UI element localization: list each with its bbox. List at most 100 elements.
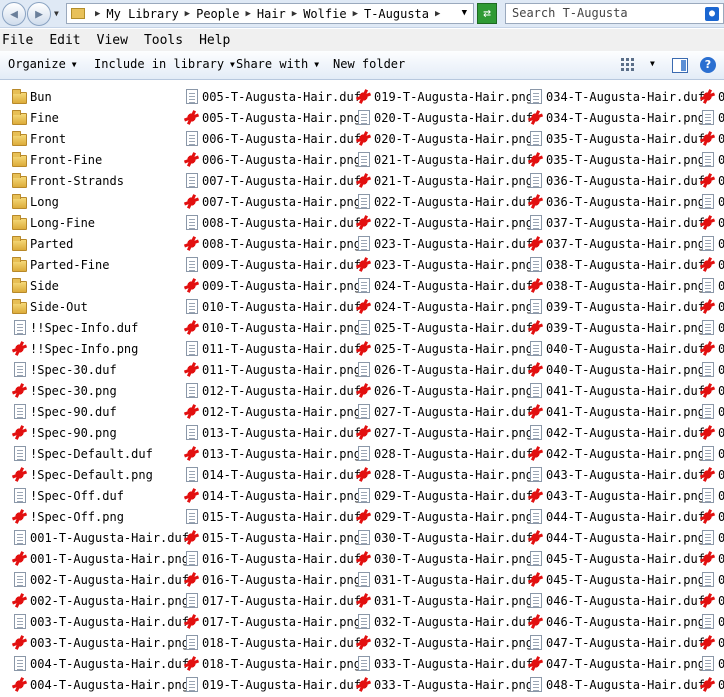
file-item[interactable]: 017-T-Augusta-Hair.png [184, 611, 361, 632]
file-item[interactable]: Front-Fine [12, 149, 102, 170]
file-item[interactable]: 032-T-Augusta-Hair.duf [356, 611, 533, 632]
file-item[interactable]: 043-T-Augusta-Hair.png [528, 485, 705, 506]
help-icon[interactable]: ? [700, 57, 716, 73]
organize-button[interactable]: Organize ▼ [8, 57, 77, 71]
file-item[interactable]: 008-T-Augusta-Hair.png [184, 233, 361, 254]
preview-pane-icon[interactable] [672, 58, 688, 73]
file-item[interactable]: 029-T-Augusta-Hair.png [356, 506, 533, 527]
file-item[interactable]: 003-T-Augusta-Hair.duf [12, 611, 189, 632]
file-item[interactable]: 015-T-Augusta-Hair.duf [184, 506, 361, 527]
file-item[interactable]: 0 [700, 338, 724, 359]
file-item[interactable]: 040-T-Augusta-Hair.png [528, 359, 705, 380]
file-item[interactable]: 024-T-Augusta-Hair.duf [356, 275, 533, 296]
file-item[interactable]: Side [12, 275, 59, 296]
file-item[interactable]: 0 [700, 653, 724, 674]
file-item[interactable]: 007-T-Augusta-Hair.duf [184, 170, 361, 191]
menu-file[interactable]: File [2, 33, 33, 48]
file-item[interactable]: Long [12, 191, 59, 212]
file-item[interactable]: 027-T-Augusta-Hair.png [356, 422, 533, 443]
file-item[interactable]: 040-T-Augusta-Hair.duf [528, 338, 705, 359]
file-item[interactable]: 001-T-Augusta-Hair.duf [12, 527, 189, 548]
file-item[interactable]: 008-T-Augusta-Hair.duf [184, 212, 361, 233]
file-item[interactable]: !Spec-90.duf [12, 401, 117, 422]
file-item[interactable]: !Spec-Default.duf [12, 443, 153, 464]
share-with-button[interactable]: Share with ▼ [236, 57, 319, 71]
file-item[interactable]: 023-T-Augusta-Hair.png [356, 254, 533, 275]
file-item[interactable]: 013-T-Augusta-Hair.png [184, 443, 361, 464]
file-item[interactable]: 0 [700, 128, 724, 149]
file-item[interactable]: 024-T-Augusta-Hair.png [356, 296, 533, 317]
file-item[interactable]: 023-T-Augusta-Hair.duf [356, 233, 533, 254]
file-item[interactable]: 034-T-Augusta-Hair.png [528, 107, 705, 128]
file-item[interactable]: 014-T-Augusta-Hair.png [184, 485, 361, 506]
file-item[interactable]: 038-T-Augusta-Hair.png [528, 275, 705, 296]
file-item[interactable]: !Spec-30.png [12, 380, 117, 401]
file-item[interactable]: 028-T-Augusta-Hair.png [356, 464, 533, 485]
file-item[interactable]: 014-T-Augusta-Hair.duf [184, 464, 361, 485]
file-item[interactable]: 0 [700, 275, 724, 296]
file-item[interactable]: 0 [700, 149, 724, 170]
breadcrumb-hair[interactable]: Hair [257, 7, 286, 21]
file-item[interactable]: !!Spec-Info.png [12, 338, 138, 359]
file-item[interactable]: !Spec-30.duf [12, 359, 117, 380]
file-item[interactable]: 043-T-Augusta-Hair.duf [528, 464, 705, 485]
file-item[interactable]: 033-T-Augusta-Hair.png [356, 674, 533, 695]
forward-button[interactable]: ▶ [27, 2, 51, 26]
file-item[interactable]: 017-T-Augusta-Hair.duf [184, 590, 361, 611]
breadcrumb-people[interactable]: People [196, 7, 239, 21]
new-folder-button[interactable]: New folder [333, 57, 405, 71]
file-item[interactable]: Side-Out [12, 296, 88, 317]
file-item[interactable]: 011-T-Augusta-Hair.duf [184, 338, 361, 359]
file-item[interactable]: 044-T-Augusta-Hair.png [528, 527, 705, 548]
file-item[interactable]: 016-T-Augusta-Hair.png [184, 569, 361, 590]
file-item[interactable]: Front [12, 128, 66, 149]
file-item[interactable]: 0 [700, 506, 724, 527]
file-item[interactable]: 027-T-Augusta-Hair.duf [356, 401, 533, 422]
file-item[interactable]: 015-T-Augusta-Hair.png [184, 527, 361, 548]
file-item[interactable]: 046-T-Augusta-Hair.duf [528, 590, 705, 611]
file-item[interactable]: 004-T-Augusta-Hair.png [12, 674, 189, 695]
address-dropdown-icon[interactable]: ▼ [462, 8, 467, 18]
file-item[interactable]: 037-T-Augusta-Hair.duf [528, 212, 705, 233]
file-item[interactable]: 035-T-Augusta-Hair.duf [528, 128, 705, 149]
breadcrumb-wolfie[interactable]: Wolfie [303, 7, 346, 21]
file-item[interactable]: 0 [700, 86, 724, 107]
file-item[interactable]: 038-T-Augusta-Hair.duf [528, 254, 705, 275]
chevron-right-icon[interactable]: ▶ [245, 9, 250, 19]
file-item[interactable]: 028-T-Augusta-Hair.duf [356, 443, 533, 464]
file-item[interactable]: !Spec-90.png [12, 422, 117, 443]
file-item[interactable]: 030-T-Augusta-Hair.duf [356, 527, 533, 548]
file-item[interactable]: 039-T-Augusta-Hair.duf [528, 296, 705, 317]
file-item[interactable]: 031-T-Augusta-Hair.duf [356, 569, 533, 590]
file-item[interactable]: 009-T-Augusta-Hair.duf [184, 254, 361, 275]
file-item[interactable]: 029-T-Augusta-Hair.duf [356, 485, 533, 506]
file-item[interactable]: 0 [700, 401, 724, 422]
file-item[interactable]: !Spec-Off.duf [12, 485, 124, 506]
file-item[interactable]: 030-T-Augusta-Hair.png [356, 548, 533, 569]
chevron-right-icon[interactable]: ▶ [185, 9, 190, 19]
breadcrumb-my-library[interactable]: My Library [106, 7, 178, 21]
search-input[interactable]: Search T-Augusta ● [505, 3, 724, 24]
file-item[interactable]: 031-T-Augusta-Hair.png [356, 590, 533, 611]
file-item[interactable]: 0 [700, 359, 724, 380]
file-item[interactable]: 010-T-Augusta-Hair.png [184, 317, 361, 338]
back-button[interactable]: ◀ [2, 2, 26, 26]
file-item[interactable]: 042-T-Augusta-Hair.png [528, 443, 705, 464]
file-item[interactable]: 0 [700, 380, 724, 401]
file-item[interactable]: 0 [700, 674, 724, 695]
file-item[interactable]: 019-T-Augusta-Hair.duf [184, 674, 361, 695]
file-item[interactable]: 020-T-Augusta-Hair.duf [356, 107, 533, 128]
file-item[interactable]: 0 [700, 527, 724, 548]
file-item[interactable]: 0 [700, 443, 724, 464]
file-item[interactable]: 003-T-Augusta-Hair.png [12, 632, 189, 653]
file-item[interactable]: !Spec-Off.png [12, 506, 124, 527]
file-item[interactable]: 022-T-Augusta-Hair.png [356, 212, 533, 233]
breadcrumb-t-augusta[interactable]: T-Augusta [364, 7, 429, 21]
file-item[interactable]: 039-T-Augusta-Hair.png [528, 317, 705, 338]
file-item[interactable]: 009-T-Augusta-Hair.png [184, 275, 361, 296]
file-item[interactable]: 006-T-Augusta-Hair.png [184, 149, 361, 170]
view-options-dropdown-icon[interactable]: ▼ [650, 59, 655, 68]
file-item[interactable]: 004-T-Augusta-Hair.duf [12, 653, 189, 674]
file-item[interactable]: 018-T-Augusta-Hair.duf [184, 632, 361, 653]
file-item[interactable]: 0 [700, 485, 724, 506]
